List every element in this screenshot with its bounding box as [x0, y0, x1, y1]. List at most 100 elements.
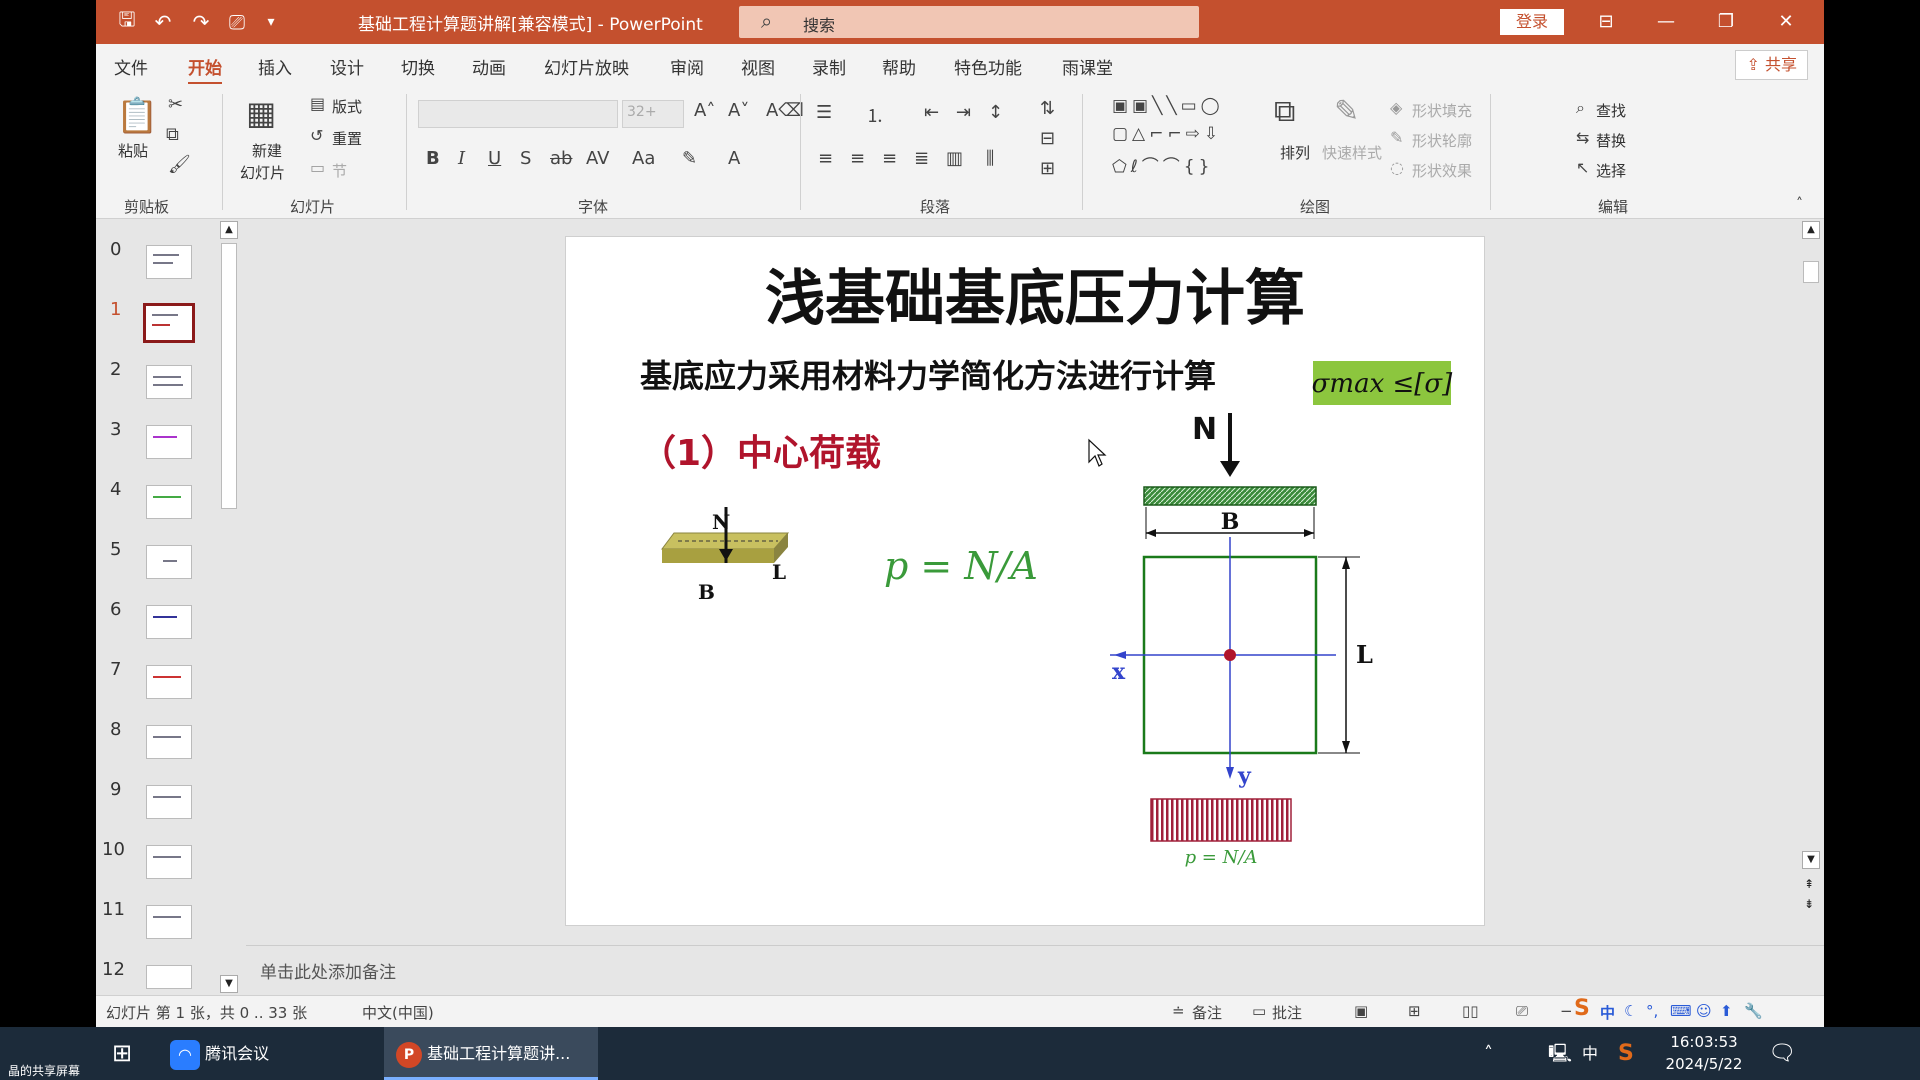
arrange-icon[interactable]: ⧉ — [1274, 94, 1295, 129]
slide-thumbnail[interactable] — [146, 845, 192, 879]
layout-icon[interactable]: ▤ — [310, 94, 325, 113]
increase-indent-icon[interactable]: ⇥ — [956, 102, 971, 123]
ime-skin-icon[interactable]: ⬆ — [1720, 1002, 1733, 1020]
search-box[interactable]: ⌕ 搜索 — [739, 6, 1199, 38]
sogou-ime-icon[interactable]: S — [1574, 996, 1590, 1021]
ime-chinese-icon[interactable]: 中 — [1600, 1002, 1615, 1023]
find-button[interactable]: 查找 — [1596, 100, 1626, 121]
clear-formatting-icon[interactable]: A⌫ — [766, 100, 804, 121]
new-slide-icon[interactable]: ▦ — [246, 94, 276, 132]
scroll-down-icon[interactable]: ▼ — [1802, 851, 1820, 869]
save-icon[interactable]: 🖫 — [110, 7, 144, 36]
replace-button[interactable]: 替换 — [1596, 130, 1626, 151]
tab-transitions[interactable]: 切换 — [401, 54, 435, 79]
next-slide-icon[interactable]: ⇟ — [1804, 897, 1814, 911]
shape-outline-button[interactable]: 形状轮廓 — [1412, 130, 1472, 151]
collapse-ribbon-icon[interactable]: ˄ — [1796, 196, 1803, 212]
slide-thumbnail[interactable] — [146, 425, 192, 459]
redo-icon[interactable]: ↷ — [184, 8, 218, 36]
shrink-font-icon[interactable]: A˅ — [728, 100, 749, 121]
slide-thumbnail[interactable] — [146, 905, 192, 939]
windows-start-icon[interactable]: ⊞ — [112, 1027, 132, 1080]
bold-icon[interactable]: B — [426, 148, 440, 169]
thumbnail-scrollbar[interactable]: ▲ ▼ — [218, 219, 238, 995]
align-right-icon[interactable]: ≡ — [882, 148, 897, 169]
layout-button[interactable]: 版式 — [332, 96, 362, 117]
restore-button[interactable]: ❐ — [1706, 6, 1746, 38]
scroll-up-icon[interactable]: ▲ — [1802, 221, 1820, 239]
notes-pane[interactable]: 单击此处添加备注 — [246, 945, 1824, 996]
align-text-icon[interactable]: ⊟ — [1040, 128, 1055, 149]
paste-button[interactable]: 粘贴 — [118, 140, 148, 161]
comments-icon[interactable]: ▭ — [1252, 1002, 1266, 1020]
zoom-out-icon[interactable]: − — [1560, 1002, 1573, 1020]
new-slide-button-line2[interactable]: 幻灯片 — [240, 162, 285, 183]
line-spacing-icon[interactable]: ↕ — [988, 102, 1003, 123]
taskbar-powerpoint[interactable]: P 基础工程计算题讲... — [384, 1027, 598, 1080]
close-button[interactable]: ✕ — [1766, 6, 1806, 38]
tab-slideshow[interactable]: 幻灯片放映 — [544, 54, 629, 79]
select-icon[interactable]: ↖ — [1576, 158, 1589, 177]
paste-icon[interactable]: 📋 — [116, 96, 158, 136]
scroll-down-icon[interactable]: ▼ — [220, 975, 238, 993]
ribbon-display-icon[interactable]: ⊟ — [1586, 6, 1626, 38]
shapes-gallery-icon[interactable]: ▣▣╲╲▭◯ — [1112, 96, 1224, 116]
slide-sorter-icon[interactable]: ⊞ — [1408, 1002, 1421, 1020]
reset-icon[interactable]: ↺ — [310, 126, 323, 145]
reset-button[interactable]: 重置 — [332, 128, 362, 149]
slide-thumbnail[interactable] — [146, 785, 192, 819]
scroll-up-icon[interactable]: ▲ — [220, 221, 238, 239]
tab-design[interactable]: 设计 — [330, 54, 364, 79]
notes-toggle-icon[interactable]: ≐ — [1172, 1002, 1185, 1020]
select-button[interactable]: 选择 — [1596, 160, 1626, 181]
slide-thumbnail[interactable] — [146, 665, 192, 699]
bullets-icon[interactable]: ☰ — [816, 102, 832, 123]
scroll-thumb[interactable] — [1803, 261, 1819, 283]
minimize-button[interactable]: — — [1646, 6, 1686, 38]
font-color-icon[interactable]: A — [728, 148, 740, 169]
tray-sogou-icon[interactable]: S — [1618, 1027, 1634, 1080]
clock[interactable]: 16:03:53 2024/5/22 — [1664, 1031, 1744, 1075]
change-case-icon[interactable]: Aa — [632, 148, 655, 169]
distributed-icon[interactable]: ▥ — [946, 148, 963, 169]
undo-icon[interactable]: ↶ — [146, 8, 180, 36]
justify-icon[interactable]: ≣ — [914, 148, 929, 169]
slide-scrollbar[interactable]: ▲ ▼ ⇞ ⇟ — [1800, 219, 1822, 941]
char-spacing-icon[interactable]: AV — [586, 148, 609, 169]
shape-effects-icon[interactable]: ◌ — [1390, 158, 1404, 177]
tab-record[interactable]: 录制 — [812, 54, 846, 79]
shape-fill-icon[interactable]: ◈ — [1390, 98, 1402, 117]
present-icon[interactable]: ⎚ — [220, 8, 254, 36]
shadow-icon[interactable]: S — [520, 148, 531, 169]
customize-qat-icon[interactable]: ▾ — [254, 8, 288, 36]
shapes-gallery-row3-icon[interactable]: ⬠ℓ⌒⌒{} — [1112, 152, 1213, 177]
language-indicator[interactable]: 中文(中国) — [362, 1002, 434, 1023]
decrease-indent-icon[interactable]: ⇤ — [924, 102, 939, 123]
notes-toggle[interactable]: 备注 — [1192, 1002, 1222, 1023]
text-direction-icon[interactable]: ⇅ — [1040, 98, 1055, 119]
tab-animations[interactable]: 动画 — [472, 54, 506, 79]
slide-thumbnail[interactable] — [146, 485, 192, 519]
notification-icon[interactable]: 🗨 — [1768, 1027, 1796, 1080]
italic-icon[interactable]: I — [458, 148, 465, 169]
share-button[interactable]: ⇪ 共享 — [1735, 50, 1808, 80]
underline-icon[interactable]: U — [488, 148, 501, 169]
slide-thumbnail[interactable] — [146, 965, 192, 989]
shapes-gallery-row2-icon[interactable]: ▢△⌐⌐⇨⇩ — [1112, 124, 1222, 144]
columns-icon[interactable]: ⫼ — [986, 148, 994, 169]
slide-thumbnail-selected[interactable] — [143, 303, 195, 343]
reading-view-icon[interactable]: ▯▯ — [1462, 1002, 1479, 1020]
ime-moon-icon[interactable]: ☾ — [1624, 1002, 1637, 1020]
format-painter-icon[interactable]: 🖌 — [168, 154, 191, 175]
tab-featured[interactable]: 特色功能 — [954, 54, 1022, 79]
tab-file[interactable]: 文件 — [114, 54, 148, 79]
network-icon[interactable]: 🖳 — [1548, 1027, 1572, 1080]
slide-thumbnail[interactable] — [146, 545, 192, 579]
strikethrough-icon[interactable]: ab — [550, 148, 572, 169]
normal-view-icon[interactable]: ▣ — [1354, 1002, 1368, 1020]
ime-tools-icon[interactable]: 🔧 — [1744, 1002, 1763, 1020]
taskbar-meeting[interactable]: ◠ 腾讯会议 — [170, 1027, 370, 1080]
align-center-icon[interactable]: ≡ — [850, 148, 865, 169]
tray-expand-icon[interactable]: ˄ — [1484, 1027, 1493, 1080]
find-icon[interactable]: ⌕ — [1576, 98, 1585, 118]
